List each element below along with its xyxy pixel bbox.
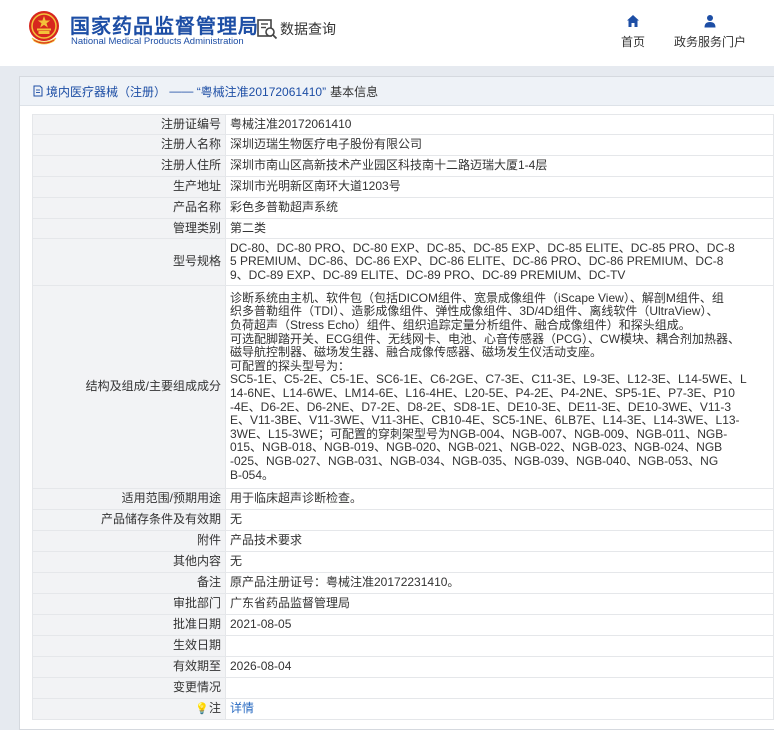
field-value-line: -4E、D6-2E、D6-2NE、D7-2E、D8-2E、SD8-1E、DE10…: [230, 399, 732, 414]
note-label-cell: 💡注: [32, 698, 226, 720]
table-row: 适用范围/预期用途 用于临床超声诊断检查。: [32, 488, 774, 510]
field-value-line: 14-6NE、L14-6WE、LM14-6E、L16-4HE、L20-5E、P4…: [230, 386, 735, 400]
field-value: [225, 677, 774, 699]
field-value: 无: [225, 509, 774, 531]
table-row: 产品储存条件及有效期 无: [32, 509, 774, 531]
table-row: 其他内容 无: [32, 551, 774, 573]
field-label: 批准日期: [32, 614, 226, 636]
user-icon: [704, 15, 716, 28]
field-label: 审批部门: [32, 593, 226, 615]
field-label: 注册人住所: [32, 155, 226, 177]
site-header: 国家药品监督管理局 National Medical Products Admi…: [0, 0, 774, 66]
national-emblem-icon: [29, 11, 59, 45]
field-label: 结构及组成/主要组成成分: [32, 285, 226, 489]
field-value-line: 015、NGB-018、NGB-019、NGB-020、NGB-021、NGB-…: [230, 440, 723, 455]
field-value: 2026-08-04: [225, 656, 774, 678]
data-query-icon: [257, 19, 278, 40]
field-label: 产品储存条件及有效期: [32, 509, 226, 531]
field-label: 附件: [32, 530, 226, 552]
breadcrumb-category[interactable]: 境内医疗器械（注册）: [46, 83, 166, 100]
field-label: 有效期至: [32, 656, 226, 678]
field-value: [225, 635, 774, 657]
document-icon: [33, 85, 43, 97]
table-row: 有效期至 2026-08-04: [32, 656, 774, 678]
field-label: 备注: [32, 572, 226, 594]
table-row: 批准日期 2021-08-05: [32, 614, 774, 636]
nav-portal-label: 政务服务门户: [673, 35, 746, 49]
nav-service-portal[interactable]: 政务服务门户: [668, 14, 752, 50]
field-value-line: B-054。: [230, 467, 275, 482]
field-value-line: 可配置的探头型号为：: [230, 358, 351, 373]
brand-title: 国家药品监督管理局: [70, 16, 259, 38]
table-row: 产品名称 彩色多普勒超声系统: [32, 197, 774, 219]
field-value: 深圳市南山区高新技术产业园区科技南十二路迈瑞大厦1-4层: [225, 155, 774, 177]
data-query-label: 数据查询: [280, 21, 336, 37]
table-row: 备注 原产品注册证号：粤械注准20172231410。: [32, 572, 774, 594]
field-value: 第二类: [225, 218, 774, 239]
field-value: DC-80、DC-80 PRO、DC-80 EXP、DC-85、DC-85 EX…: [225, 238, 774, 286]
table-row: 变更情况: [32, 677, 774, 699]
field-label: 产品名称: [32, 197, 226, 219]
table-row: 管理类别 第二类: [32, 218, 774, 239]
field-value: 粤械注准20172061410: [225, 114, 774, 135]
breadcrumb-item: “粤械注准20172061410”: [196, 84, 327, 99]
detail-panel: 境内医疗器械（注册） —— “粤械注准20172061410” 基本信息 注册证…: [19, 76, 774, 730]
field-label: 其他内容: [32, 551, 226, 573]
table-row: 注册人名称 深圳迈瑞生物医疗电子股份有限公司: [32, 134, 774, 156]
field-value-line: SC5-1E、C5-2E、C5-1E、SC6-1E、C6-2GE、C7-3E、C…: [230, 372, 747, 387]
field-label: 生效日期: [32, 635, 226, 657]
field-label: 型号规格: [32, 238, 226, 286]
field-value-line: 织多普勒组件（TDI）、造影成像组件、弹性成像组件、3D/4D组件、离线软件（U…: [230, 304, 719, 319]
table-row: 型号规格 DC-80、DC-80 PRO、DC-80 EXP、DC-85、DC-…: [32, 238, 774, 286]
table-row: 审批部门 广东省药品监督管理局: [32, 593, 774, 615]
table-row: 生效日期: [32, 635, 774, 657]
lightbulb-icon: 💡: [195, 702, 209, 715]
field-value: 彩色多普勒超声系统: [225, 197, 774, 219]
field-value: 无: [225, 551, 774, 573]
brand-subtitle: National Medical Products Administration: [71, 36, 244, 47]
field-label: 管理类别: [32, 218, 226, 239]
info-table: 注册证编号 粤械注准20172061410 注册人名称 深圳迈瑞生物医疗电子股份…: [32, 114, 774, 720]
field-value: 产品技术要求: [225, 530, 774, 552]
table-row: 附件 产品技术要求: [32, 530, 774, 552]
home-icon: [627, 15, 639, 27]
field-value: 原产品注册证号：粤械注准20172231410。: [225, 572, 774, 594]
field-value-line: 3WE、L15-3WE；可配置的穿刺架型号为NGB-004、NGB-007、NG…: [230, 426, 728, 441]
field-value-line: DC-80、DC-80 PRO、DC-80 EXP、DC-85、DC-85 EX…: [230, 240, 735, 255]
data-query-link[interactable]: 数据查询: [256, 18, 336, 40]
field-value: 诊断系统由主机、软件包（包括DICOM组件、宽景成像组件（iScape View…: [225, 285, 774, 489]
field-label: 注册证编号: [32, 114, 226, 135]
field-label: 注册人名称: [32, 134, 226, 156]
field-value: 深圳市光明新区南环大道1203号: [225, 176, 774, 198]
panel-title: 境内医疗器械（注册） —— “粤械注准20172061410” 基本信息: [20, 77, 774, 106]
field-value-line: E、V11-3BE、V11-3WE、V11-3HE、CB10-4E、SC5-1N…: [230, 413, 740, 428]
table-row: 生产地址 深圳市光明新区南环大道1203号: [32, 176, 774, 198]
table-row: 注册证编号 粤械注准20172061410: [32, 114, 774, 135]
field-label: 适用范围/预期用途: [32, 488, 226, 510]
field-label: 注: [208, 700, 221, 715]
field-value: 用于临床超声诊断检查。: [225, 488, 774, 510]
field-value: 广东省药品监督管理局: [225, 593, 774, 615]
table-row: 注册人住所 深圳市南山区高新技术产业园区科技南十二路迈瑞大厦1-4层: [32, 155, 774, 177]
field-value-line: 9、DC-89 EXP、DC-89 ELITE、DC-89 PRO、DC-89 …: [230, 267, 626, 282]
field-label: 变更情况: [32, 677, 226, 699]
field-value-line: -025、NGB-027、NGB-031、NGB-034、NGB-035、NGB…: [230, 453, 719, 468]
field-value-line: 负荷超声（Stress Echo）组件、组织追踪定量分析组件、融合成像组件）和探…: [230, 318, 691, 333]
field-value: 深圳迈瑞生物医疗电子股份有限公司: [225, 134, 774, 156]
details-link[interactable]: 详情: [230, 701, 254, 715]
nav-home[interactable]: 首页: [613, 14, 653, 50]
field-label: 生产地址: [32, 176, 226, 198]
field-value-line: 5 PREMIUM、DC-86、DC-86 EXP、DC-86 ELITE、DC…: [230, 254, 724, 269]
field-value-line: 磁导航控制器、磁场发生器、融合成像传感器、磁场发生仪活动支座。: [230, 345, 603, 360]
breadcrumb-suffix: 基本信息: [330, 84, 379, 99]
nav-home-label: 首页: [620, 35, 645, 49]
breadcrumb-separator: ——: [166, 84, 197, 98]
field-value: 详情: [225, 698, 774, 720]
table-row: 💡注 详情: [32, 698, 774, 720]
field-value: 2021-08-05: [225, 614, 774, 636]
table-row: 结构及组成/主要组成成分 诊断系统由主机、软件包（包括DICOM组件、宽景成像组…: [32, 285, 774, 489]
